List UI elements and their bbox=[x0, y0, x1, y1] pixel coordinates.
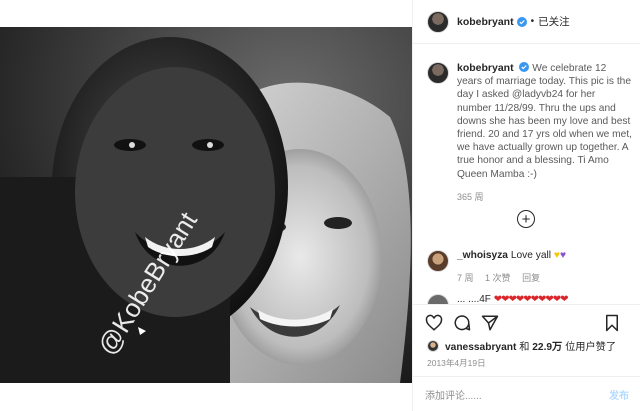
commenter-avatar[interactable] bbox=[427, 250, 449, 272]
header-separator: • bbox=[530, 16, 535, 27]
follow-status-button[interactable]: 已关注 bbox=[538, 14, 570, 29]
post-date[interactable]: 2013年4月19日 bbox=[427, 357, 486, 369]
author-username[interactable]: kobebryant bbox=[457, 16, 514, 28]
likes-joiner: 和 bbox=[519, 342, 530, 353]
action-bar bbox=[413, 304, 640, 340]
caption-time[interactable]: 365 周 bbox=[457, 191, 632, 204]
purple-heart-icon: ♥ bbox=[559, 250, 566, 261]
heart-icon[interactable] bbox=[425, 314, 443, 332]
add-comment-bar: 添加评论...... 发布 bbox=[413, 376, 640, 411]
photo-panel: @KobeBryant bbox=[0, 0, 412, 411]
verified-badge-icon bbox=[519, 62, 530, 72]
comment-likes[interactable]: 1 次赞 bbox=[485, 273, 511, 283]
bookmark-icon[interactable] bbox=[603, 314, 621, 332]
post-sidebar: kobebryant • 已关注 kobebryant We celebrate… bbox=[412, 0, 640, 411]
comment-reply-button[interactable]: 回复 bbox=[522, 273, 540, 283]
post-comment-button[interactable]: 发布 bbox=[609, 387, 629, 402]
caption: kobebryant We celebrate 12 years of marr… bbox=[427, 62, 632, 204]
caption-text: We celebrate 12 years of marriage today.… bbox=[457, 63, 632, 180]
photo-image: @KobeBryant bbox=[0, 27, 412, 383]
comment-text: Love yall bbox=[510, 250, 552, 261]
verified-badge-icon bbox=[516, 16, 527, 27]
comment-item: _whoisyza Love yall ♥♥ 7 周 1 次赞 回复 bbox=[427, 250, 566, 284]
caption-username[interactable]: kobebryant bbox=[457, 62, 514, 74]
plus-icon: + bbox=[521, 210, 531, 228]
share-icon[interactable] bbox=[481, 314, 499, 332]
comment-partial-prefix: ... ....4F bbox=[457, 294, 491, 304]
comment-item-partial: ... ....4F ❤❤❤❤❤❤❤❤❤❤ bbox=[427, 294, 637, 304]
post-header: kobebryant • 已关注 bbox=[413, 0, 640, 44]
red-hearts: ❤❤❤❤❤❤❤❤❤❤ bbox=[493, 294, 569, 304]
post-photo[interactable]: @KobeBryant bbox=[0, 27, 412, 383]
comment-partial-text: ... ....4F ❤❤❤❤❤❤❤❤❤❤ bbox=[457, 294, 569, 304]
comment-meta: 7 周 1 次赞 回复 bbox=[457, 271, 566, 284]
comment-time[interactable]: 7 周 bbox=[457, 273, 474, 283]
commenter-avatar[interactable] bbox=[427, 294, 449, 304]
likes-count[interactable]: 22.9万 bbox=[532, 342, 562, 353]
author-avatar[interactable] bbox=[427, 10, 449, 33]
comment-input[interactable]: 添加评论...... bbox=[425, 387, 609, 402]
commenter-username[interactable]: _whoisyza bbox=[457, 250, 508, 261]
comment-icon[interactable] bbox=[453, 314, 471, 332]
liker-username[interactable]: vanessabryant bbox=[445, 342, 516, 353]
caption-avatar[interactable] bbox=[427, 62, 449, 84]
load-more-comments-button[interactable]: + bbox=[517, 210, 535, 228]
likes-suffix: 位用户赞了 bbox=[565, 342, 617, 353]
comment-body: _whoisyza Love yall ♥♥ 7 周 1 次赞 回复 bbox=[457, 250, 566, 284]
likes-summary: vanessabryant 和 22.9万 位用户赞了 bbox=[427, 338, 616, 353]
caption-body: kobebryant We celebrate 12 years of marr… bbox=[457, 62, 632, 204]
liker-avatar[interactable] bbox=[427, 339, 439, 352]
